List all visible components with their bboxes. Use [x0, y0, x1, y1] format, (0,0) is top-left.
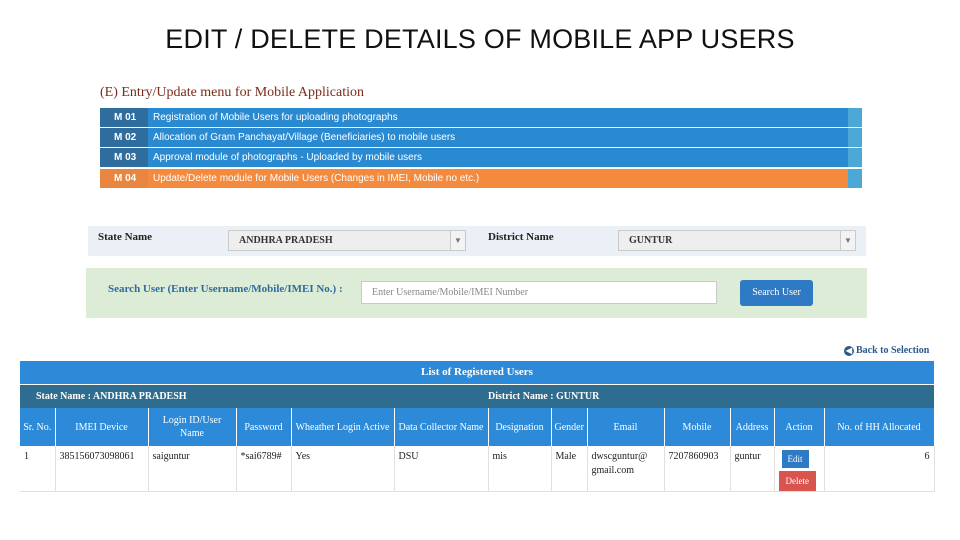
- state-select-value: ANDHRA PRADESH: [239, 235, 333, 246]
- col-header: Address: [730, 408, 775, 446]
- search-input[interactable]: Enter Username/Mobile/IMEI Number: [361, 281, 717, 304]
- menu-item-code: M 02: [100, 128, 148, 147]
- menu-item-edge: [848, 128, 862, 147]
- table-state-text: State Name : ANDHRA PRADESH: [36, 391, 187, 402]
- table-header-row: Sr. No. IMEI Device Login ID/User Name P…: [20, 408, 935, 446]
- menu-item-code: M 03: [100, 148, 148, 167]
- back-arrow-icon: ◀: [844, 345, 854, 356]
- edit-button[interactable]: Edit: [781, 450, 809, 468]
- col-header: Data Collector Name: [394, 408, 489, 446]
- menu-item-code: M 01: [100, 108, 148, 127]
- cell-email: dwscguntur@ gmail.com: [587, 446, 665, 492]
- back-link-label: Back to Selection: [856, 345, 930, 356]
- table-row: 1 385156073098061 saiguntur *sai6789# Ye…: [20, 446, 935, 492]
- col-header: Password: [236, 408, 292, 446]
- back-to-selection-link[interactable]: ◀ Back to Selection: [844, 345, 929, 356]
- col-header: IMEI Device: [55, 408, 149, 446]
- menu-item-label: Registration of Mobile Users for uploadi…: [148, 108, 848, 127]
- delete-button[interactable]: Delete: [778, 471, 816, 491]
- menu-header: (E) Entry/Update menu for Mobile Applica…: [100, 85, 364, 100]
- menu-item-m02[interactable]: M 02 Allocation of Gram Panchayat/Villag…: [100, 128, 862, 147]
- col-header: Sr. No.: [20, 408, 56, 446]
- slide-title: EDIT / DELETE DETAILS OF MOBILE APP USER…: [165, 24, 795, 54]
- users-table: Sr. No. IMEI Device Login ID/User Name P…: [20, 408, 935, 492]
- district-label: District Name: [488, 231, 554, 243]
- col-header: Login ID/User Name: [148, 408, 237, 446]
- menu-item-m04[interactable]: M 04 Update/Delete module for Mobile Use…: [100, 169, 862, 188]
- table-title: List of Registered Users: [20, 361, 934, 384]
- search-label: Search User (Enter Username/Mobile/IMEI …: [108, 283, 343, 295]
- cell-sr-no: 1: [20, 446, 56, 492]
- col-header: Action: [774, 408, 825, 446]
- cell-gender: Male: [551, 446, 588, 492]
- cell-imei: 385156073098061: [55, 446, 149, 492]
- cell-designation: mis: [488, 446, 552, 492]
- cell-action: Edit Delete: [774, 446, 825, 492]
- district-select-value: GUNTUR: [629, 235, 673, 246]
- menu-item-edge: [848, 108, 862, 127]
- cell-address: guntur: [730, 446, 775, 492]
- state-select[interactable]: ANDHRA PRADESH ▼: [228, 230, 466, 251]
- cell-password: *sai6789#: [236, 446, 292, 492]
- selection-bar: State Name ANDHRA PRADESH ▼ District Nam…: [88, 226, 866, 256]
- menu-item-label: Allocation of Gram Panchayat/Village (Be…: [148, 128, 848, 147]
- col-header: Mobile: [664, 408, 731, 446]
- menu-item-m03[interactable]: M 03 Approval module of photographs - Up…: [100, 148, 862, 167]
- menu-item-m01[interactable]: M 01 Registration of Mobile Users for up…: [100, 108, 862, 127]
- chevron-down-icon: ▼: [450, 231, 465, 250]
- col-header: Wheather Login Active: [291, 408, 395, 446]
- menu-item-edge: [848, 169, 862, 188]
- col-header: No. of HH Allocated: [824, 408, 935, 446]
- cell-hh-allocated: 6: [824, 446, 935, 492]
- cell-collector-name: DSU: [394, 446, 489, 492]
- table-location-bar: State Name : ANDHRA PRADESH District Nam…: [20, 385, 934, 408]
- col-header: Email: [587, 408, 665, 446]
- col-header: Designation: [488, 408, 552, 446]
- state-label: State Name: [98, 231, 153, 243]
- cell-login: saiguntur: [148, 446, 237, 492]
- menu-item-label: Approval module of photographs - Uploade…: [148, 148, 848, 167]
- mobile-app-menu: (E) Entry/Update menu for Mobile Applica…: [100, 80, 862, 192]
- search-bar: Search User (Enter Username/Mobile/IMEI …: [86, 268, 867, 318]
- chevron-down-icon: ▼: [840, 231, 855, 250]
- menu-item-label: Update/Delete module for Mobile Users (C…: [148, 169, 848, 188]
- menu-item-edge: [848, 148, 862, 167]
- search-user-button[interactable]: Search User: [740, 280, 813, 306]
- cell-login-active: Yes: [291, 446, 395, 492]
- table-district-text: District Name : GUNTUR: [488, 391, 600, 402]
- col-header: Gender: [551, 408, 588, 446]
- cell-mobile: 7207860903: [664, 446, 731, 492]
- district-select[interactable]: GUNTUR ▼: [618, 230, 856, 251]
- menu-item-code: M 04: [100, 169, 148, 188]
